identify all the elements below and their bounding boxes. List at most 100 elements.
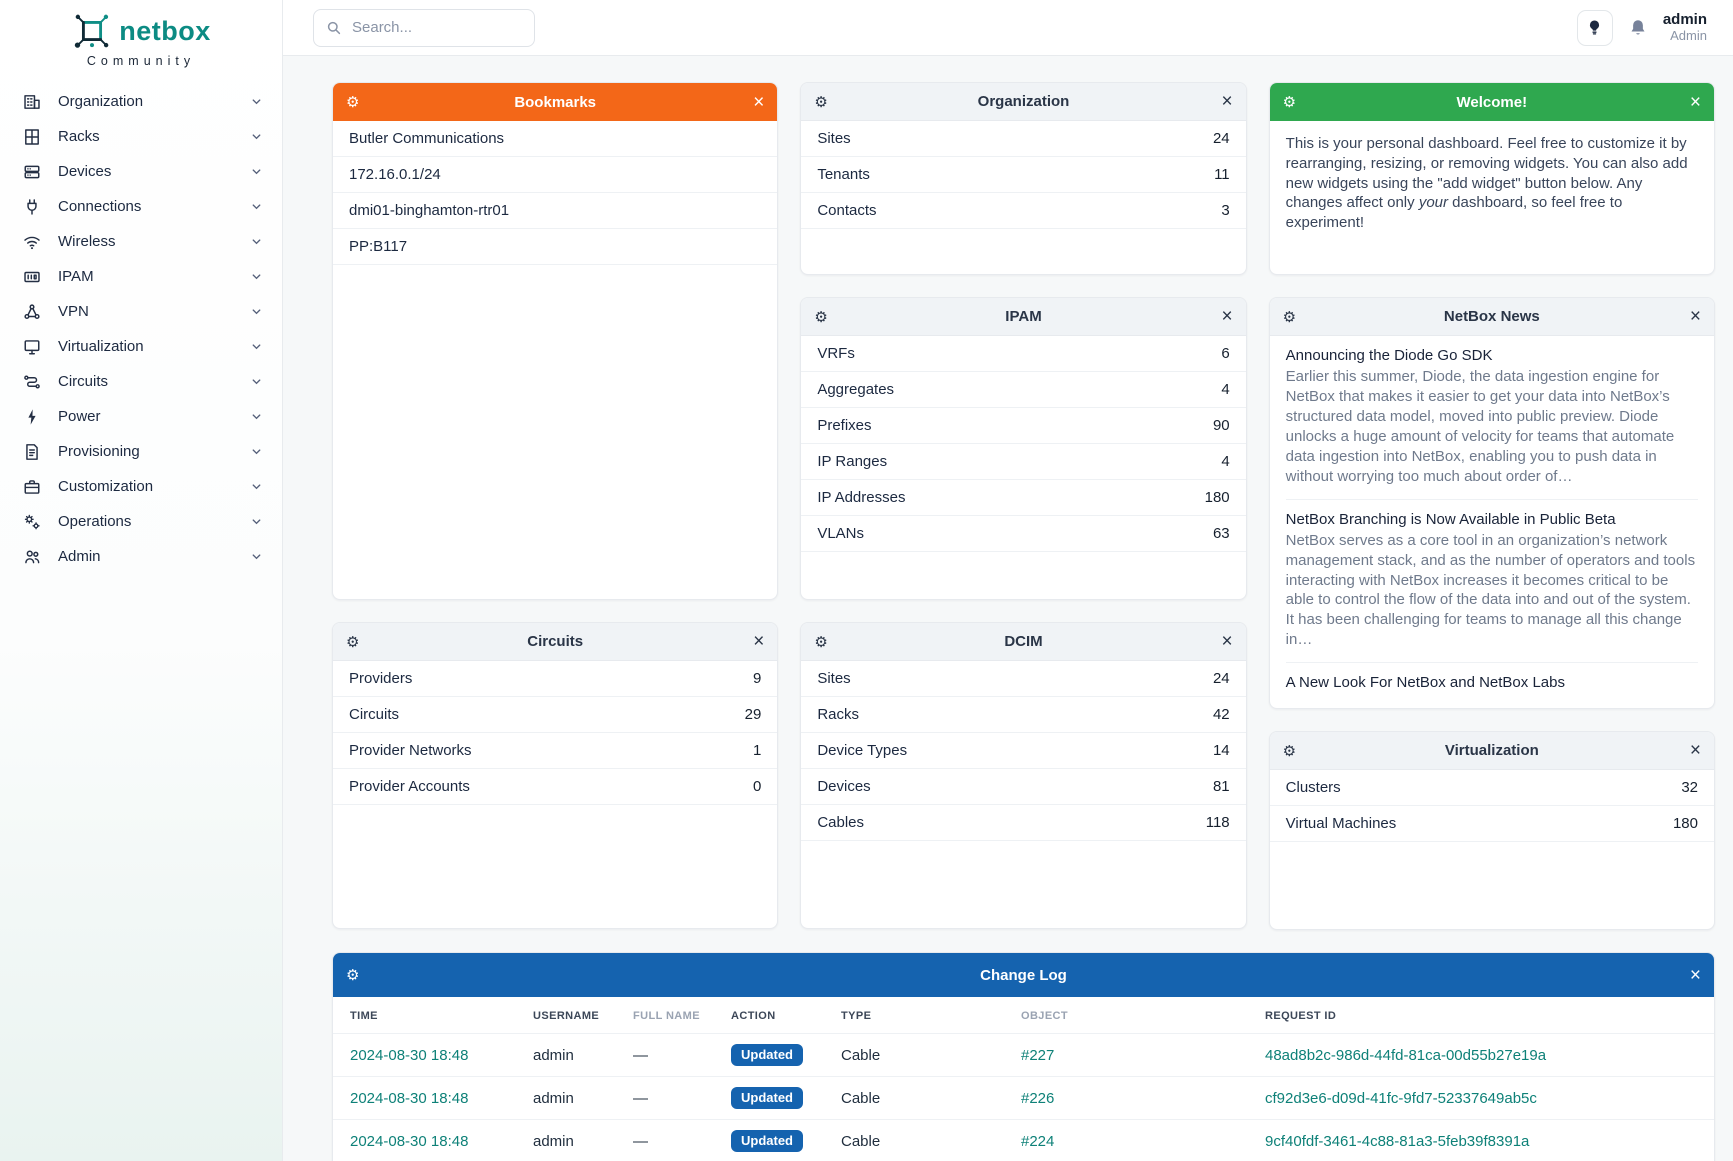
stat-value-link[interactable]: 11: [1214, 166, 1230, 183]
bookmark-link[interactable]: dmi01-binghamton-rtr01: [333, 193, 777, 229]
changelog-time-link[interactable]: 2024-08-30 18:48: [350, 1090, 468, 1107]
bookmark-link[interactable]: 172.16.0.1/24: [333, 157, 777, 193]
stat-value-link[interactable]: 180: [1673, 815, 1698, 832]
sidebar-item-power[interactable]: Power: [0, 399, 282, 434]
changelog-object-link[interactable]: #224: [1021, 1133, 1054, 1150]
stat-value-link[interactable]: 0: [753, 778, 761, 795]
stat-label-link[interactable]: Sites: [817, 130, 850, 147]
close-icon[interactable]: ×: [1211, 307, 1233, 326]
stat-label-link[interactable]: Contacts: [817, 202, 876, 219]
widget-config-icon[interactable]: ⚙: [1283, 93, 1305, 111]
widget-config-icon[interactable]: ⚙: [814, 93, 836, 111]
stat-label-link[interactable]: Provider Accounts: [349, 778, 470, 795]
close-icon[interactable]: ×: [742, 93, 764, 112]
stat-label-link[interactable]: Virtual Machines: [1286, 815, 1397, 832]
sidebar-item-admin[interactable]: Admin: [0, 539, 282, 574]
stat-label-link[interactable]: Tenants: [817, 166, 870, 183]
stat-value-link[interactable]: 9: [753, 670, 761, 687]
bookmark-link[interactable]: PP:B117: [333, 229, 777, 265]
changelog-request-id-link[interactable]: 48ad8b2c-986d-44fd-81ca-00d55b27e19a: [1265, 1047, 1546, 1064]
changelog-time-link[interactable]: 2024-08-30 18:48: [350, 1047, 468, 1064]
changelog-username: admin: [523, 1077, 623, 1120]
stat-label-link[interactable]: Circuits: [349, 706, 399, 723]
sidebar-item-organization[interactable]: Organization: [0, 84, 282, 119]
widget-config-icon[interactable]: ⚙: [814, 308, 836, 326]
widget-config-icon[interactable]: ⚙: [346, 93, 368, 111]
sidebar-item-customization[interactable]: Customization: [0, 469, 282, 504]
widget-config-icon[interactable]: ⚙: [1283, 742, 1305, 760]
sidebar-item-circuits[interactable]: Circuits: [0, 364, 282, 399]
stat-value-link[interactable]: 6: [1221, 345, 1229, 362]
close-icon[interactable]: ×: [1211, 632, 1233, 651]
sidebar-item-ipam[interactable]: IPAM: [0, 259, 282, 294]
stat-label-link[interactable]: Cables: [817, 814, 864, 831]
stat-value-link[interactable]: 29: [745, 706, 762, 723]
topbar: admin Admin: [283, 0, 1733, 56]
search-input[interactable]: [352, 19, 502, 36]
stat-value-link[interactable]: 118: [1206, 814, 1230, 831]
stat-value-link[interactable]: 90: [1213, 417, 1230, 434]
stat-value-link[interactable]: 3: [1221, 202, 1229, 219]
widget-config-icon[interactable]: ⚙: [346, 966, 368, 984]
stat-value-link[interactable]: 180: [1205, 489, 1230, 506]
changelog-time-link[interactable]: 2024-08-30 18:48: [350, 1133, 468, 1150]
netbox-logo[interactable]: netbox Community: [0, 0, 282, 68]
close-icon[interactable]: ×: [1679, 741, 1701, 760]
sidebar-item-wireless[interactable]: Wireless: [0, 224, 282, 259]
bookmark-link[interactable]: Butler Communications: [333, 121, 777, 157]
sidebar-item-operations[interactable]: Operations: [0, 504, 282, 539]
stat-label-link[interactable]: Providers: [349, 670, 412, 687]
changelog-object-link[interactable]: #227: [1021, 1047, 1054, 1064]
stat-label-link[interactable]: IP Ranges: [817, 453, 887, 470]
stat-label-link[interactable]: Racks: [817, 706, 859, 723]
news-article-title-link[interactable]: A New Look For NetBox and NetBox Labs: [1286, 674, 1698, 691]
news-article: Announcing the Diode Go SDK Earlier this…: [1286, 336, 1698, 500]
news-article-title-link[interactable]: NetBox Branching is Now Available in Pub…: [1286, 511, 1698, 528]
sidebar-item-vpn[interactable]: VPN: [0, 294, 282, 329]
sidebar-item-provisioning[interactable]: Provisioning: [0, 434, 282, 469]
sidebar-item-racks[interactable]: Racks: [0, 119, 282, 154]
stat-label-link[interactable]: Devices: [817, 778, 870, 795]
stat-label-link[interactable]: VRFs: [817, 345, 855, 362]
user-menu[interactable]: admin Admin: [1663, 11, 1707, 43]
stat-label-link[interactable]: Prefixes: [817, 417, 871, 434]
search-box[interactable]: [313, 9, 535, 47]
stat-row: Prefixes 90: [801, 408, 1245, 444]
widget-title: Organization: [836, 93, 1210, 110]
stat-value-link[interactable]: 24: [1213, 130, 1230, 147]
stat-value-link[interactable]: 4: [1221, 453, 1229, 470]
stat-label-link[interactable]: Sites: [817, 670, 850, 687]
widget-config-icon[interactable]: ⚙: [346, 633, 368, 651]
news-article-title-link[interactable]: Announcing the Diode Go SDK: [1286, 347, 1698, 364]
stat-label-link[interactable]: Aggregates: [817, 381, 894, 398]
sidebar-item-devices[interactable]: Devices: [0, 154, 282, 189]
sidebar-item-connections[interactable]: Connections: [0, 189, 282, 224]
widget-config-icon[interactable]: ⚙: [1283, 308, 1305, 326]
stat-label-link[interactable]: VLANs: [817, 525, 864, 542]
sidebar-item-virtualization[interactable]: Virtualization: [0, 329, 282, 364]
stat-label-link[interactable]: IP Addresses: [817, 489, 905, 506]
changelog-request-id-link[interactable]: cf92d3e6-d09d-41fc-9fd7-52337649ab5c: [1265, 1090, 1537, 1107]
close-icon[interactable]: ×: [1211, 92, 1233, 111]
close-icon[interactable]: ×: [1679, 93, 1701, 112]
close-icon[interactable]: ×: [1679, 966, 1701, 985]
stat-value-link[interactable]: 1: [753, 742, 761, 759]
stat-value-link[interactable]: 42: [1213, 706, 1230, 723]
stat-label-link[interactable]: Clusters: [1286, 779, 1341, 796]
close-icon[interactable]: ×: [1679, 307, 1701, 326]
stat-value-link[interactable]: 24: [1213, 670, 1230, 687]
stat-value-link[interactable]: 81: [1213, 778, 1230, 795]
stat-value-link[interactable]: 14: [1213, 742, 1230, 759]
close-icon[interactable]: ×: [742, 632, 764, 651]
changelog-request-id-link[interactable]: 9cf40fdf-3461-4c88-81a3-5feb39f8391a: [1265, 1133, 1529, 1150]
stat-value-link[interactable]: 32: [1681, 779, 1698, 796]
stat-value-link[interactable]: 63: [1213, 525, 1230, 542]
sidebar-item-label: IPAM: [58, 268, 94, 285]
stat-value-link[interactable]: 4: [1221, 381, 1229, 398]
stat-label-link[interactable]: Device Types: [817, 742, 907, 759]
theme-toggle-button[interactable]: [1577, 10, 1613, 46]
stat-label-link[interactable]: Provider Networks: [349, 742, 472, 759]
changelog-object-link[interactable]: #226: [1021, 1090, 1054, 1107]
notifications-button[interactable]: [1628, 18, 1648, 38]
widget-config-icon[interactable]: ⚙: [814, 633, 836, 651]
